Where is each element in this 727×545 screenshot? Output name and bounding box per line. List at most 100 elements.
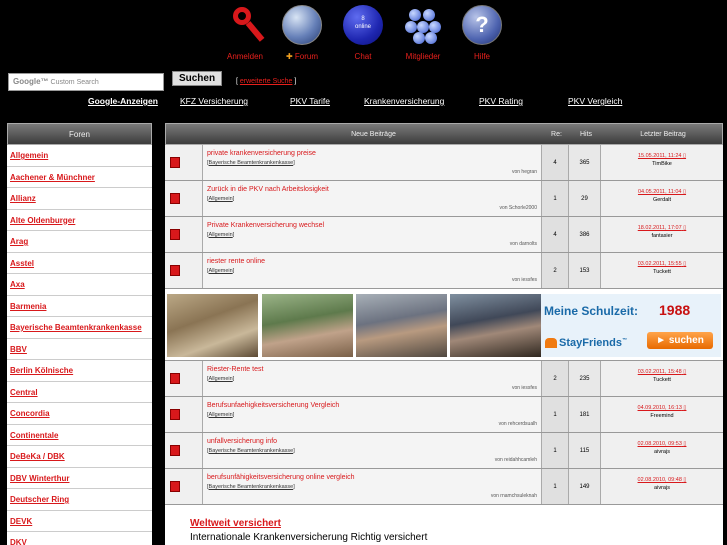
nav-members[interactable]: Mitglieder [393,5,453,61]
last-post-user[interactable]: TimBike [601,161,723,167]
topic-status-cell [165,253,203,288]
document-icon [170,193,180,204]
last-post-user[interactable]: Freemind [601,413,723,419]
topic-forum-link[interactable]: Allgemein [209,232,233,238]
last-post-user[interactable]: Tuckett [601,377,723,383]
ad-link[interactable]: PKV Vergleich [568,96,622,106]
topic-title-link[interactable]: berufsunfähigkeitsversicherung online ve… [207,474,354,481]
topic-title-link[interactable]: Berufsunfaehigkeitsversicherung Vergleic… [207,402,339,409]
sidebar-item-allgemein[interactable]: Allgemein [7,145,152,167]
topic-forum-link[interactable]: Allgemein [209,196,233,202]
topic-forum-link[interactable]: Allgemein [209,376,233,382]
sidebar-item-devk[interactable]: DEVK [7,511,152,532]
topic-cell: Berufsunfaehigkeitsversicherung Vergleic… [203,397,542,432]
banner-text-panel: Meine Schulzeit: 1988 StayFriends™ ► suc… [541,294,721,357]
banner-school-label: Meine Schulzeit: [544,304,639,318]
bottom-ad-title[interactable]: Weltweit versichert [190,518,281,529]
sidebar-item-allianz[interactable]: Allianz [7,188,152,210]
last-post-date-link[interactable]: 03.02.2011, 15:55 ▯ [601,261,723,267]
last-post-date-link[interactable]: 02.08.2010, 09:48 ▯ [601,477,723,483]
stayfriends-banner[interactable]: Meine Schulzeit: 1988 StayFriends™ ► suc… [165,289,723,361]
sidebar-item-asstel[interactable]: Asstel [7,253,152,274]
last-post-cell: 02.08.2010, 09:53 ▯ aivrajs [601,433,723,468]
sidebar-item-aachener-muenchner[interactable]: Aachener & Münchner [7,167,152,188]
topic-title-link[interactable]: riester rente online [207,258,265,265]
last-post-user[interactable]: fantasier [601,233,723,239]
sidebar-item-bayerische-beamtenkrankenkasse[interactable]: Bayerische Beamtenkrankenkasse [7,317,152,339]
ad-link[interactable]: PKV Rating [479,96,523,106]
last-post-date-link[interactable]: 04.05.2011, 11:04 ▯ [601,189,723,195]
last-post-date-link[interactable]: 04.09.2010, 16:13 ▯ [601,405,723,411]
last-post-user[interactable]: Gerdalt [601,197,723,203]
header-replies: Re: [551,131,562,138]
sidebar-item-barmenia[interactable]: Barmenia [7,296,152,317]
ad-link[interactable]: PKV Tarife [290,96,330,106]
nav-forum[interactable]: ✚ Forum [272,5,332,61]
search-button[interactable]: Suchen [172,71,222,86]
sidebar-item-arag[interactable]: Arag [7,231,152,253]
topic-status-cell [165,217,203,252]
ad-links-bar: Google-Anzeigen KFZ Versicherung PKV Tar… [0,96,727,108]
search-placeholder: Custom Search [50,79,99,86]
topic-author: von rnamchsuleknah [490,493,537,499]
topic-status-cell [165,433,203,468]
sidebar-item-axa[interactable]: Axa [7,274,152,296]
last-post-user[interactable]: Tuckett [601,269,723,275]
topic-forum: [Allgemein] [207,232,235,238]
last-post-user[interactable]: aivrajs [601,485,723,491]
topic-title-link[interactable]: private krankenversicherung preise [207,150,316,157]
topic-cell: unfallversicherung info [Bayerische Beamt… [203,433,542,468]
last-post-date-link[interactable]: 02.08.2010, 09:53 ▯ [601,441,723,447]
topic-forum-link[interactable]: Bayerische Beamtenkrankenkasse [209,448,294,454]
sidebar-item-berlin-koelnische[interactable]: Berlin Kölnische [7,360,152,382]
topic-author: von reidahhcamleh [494,457,537,463]
topic-title-link[interactable]: unfallversicherung info [207,438,277,445]
last-post-user[interactable]: aivrajs [601,449,723,455]
topic-status-cell [165,361,203,396]
search-input[interactable]: Google™ Custom Search [8,73,164,91]
hit-count: 153 [569,253,601,288]
nav-help[interactable]: ? Hilfe [452,5,512,61]
topic-forum-link[interactable]: Bayerische Beamtenkrankenkasse [209,484,294,490]
nav-chat[interactable]: 8 online Chat [333,5,393,61]
banner-year[interactable]: 1988 [659,302,690,318]
advanced-search-link[interactable]: erweiterte Suche [240,78,293,85]
topic-forum: [Allgemein] [207,196,235,202]
sidebar-item-dbv-winterthur[interactable]: DBV Winterthur [7,468,152,489]
document-icon [170,229,180,240]
last-post-date-link[interactable]: 03.02.2011, 15:48 ▯ [601,369,723,375]
topic-cell: private krankenversicherung preise [Bayer… [203,145,542,180]
topic-title-link[interactable]: Private Krankenversicherung wechsel [207,222,324,229]
nav-login-label: Anmelden [226,52,264,61]
last-post-cell: 03.02.2011, 15:55 ▯ Tuckett [601,253,723,288]
topic-cell: berufsunfähigkeitsversicherung online ve… [203,469,542,504]
header-hits: Hits [579,131,593,138]
topic-cell: Zurück in die PKV nach Arbeitslosigkeit [… [203,181,542,216]
sidebar-item-dkv[interactable]: DKV [7,532,152,545]
banner-search-button[interactable]: ► suchen [647,332,713,349]
sidebar-item-deutscher-ring[interactable]: Deutscher Ring [7,489,152,511]
page-icon: ▯ [683,441,687,447]
last-post-date-link[interactable]: 15.05.2011, 11:24 ▯ [601,153,723,159]
ad-link[interactable]: KFZ Versicherung [180,96,248,106]
sidebar-item-central[interactable]: Central [7,382,152,403]
reply-count: 1 [542,433,569,468]
topic-title-link[interactable]: Zurück in die PKV nach Arbeitslosigkeit [207,186,329,193]
sidebar-item-continentale[interactable]: Continentale [7,425,152,446]
sidebar-item-bbv[interactable]: BBV [7,339,152,360]
topic-author: von darnolts [509,241,537,247]
sidebar-item-concordia[interactable]: Concordia [7,403,152,425]
page-icon: ▯ [683,405,687,411]
class-photo [262,294,353,357]
sidebar-item-alte-oldenburger[interactable]: Alte Oldenburger [7,210,152,231]
topic-forum-link[interactable]: Bayerische Beamtenkrankenkasse [209,160,294,166]
nav-login[interactable]: Anmelden [215,5,275,61]
google-ads-label[interactable]: Google-Anzeigen [88,96,158,106]
last-post-cell: 04.05.2011, 11:04 ▯ Gerdalt [601,181,723,216]
last-post-date-link[interactable]: 18.02.2011, 17:07 ▯ [601,225,723,231]
topic-title-link[interactable]: Riester-Rente test [207,366,263,373]
sidebar-item-debeka-dbk[interactable]: DeBeKa / DBK [7,446,152,468]
ad-link[interactable]: Krankenversicherung [364,96,444,106]
topic-forum-link[interactable]: Allgemein [209,268,233,274]
topic-forum-link[interactable]: Allgemein [209,412,233,418]
